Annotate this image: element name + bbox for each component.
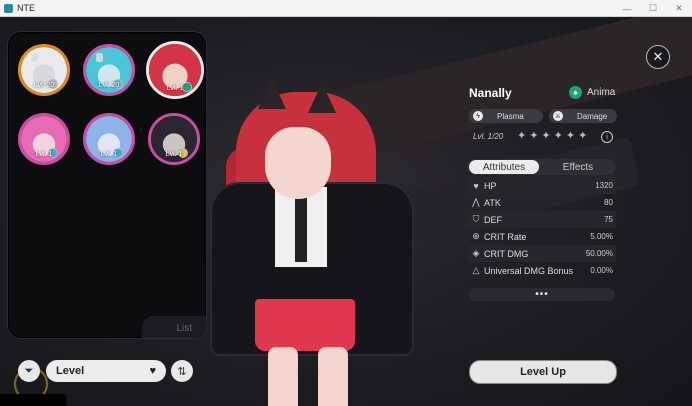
- card-level: Lvl. 20: [98, 82, 120, 89]
- card-level: Lvl. 20: [33, 82, 55, 89]
- element-badge: ϟ Plasma: [469, 109, 543, 123]
- roster-card-2[interactable]: Lvl. 20: [83, 44, 135, 96]
- character-ear-right: [308, 83, 336, 113]
- heart-icon: ♥: [473, 180, 479, 191]
- attack-icon: ⋀: [472, 197, 480, 207]
- crosshair-icon: ⊕: [472, 231, 480, 241]
- game-scene: Lvl. 20 Lvl. 20 Lvl. 1 Lvl. 1 Lvl. 1 Lvl…: [0, 17, 692, 406]
- window-close-button[interactable]: ✕: [666, 0, 692, 17]
- character-level: Lvl. 1/20: [473, 132, 504, 141]
- stat-value: 5.00%: [590, 232, 613, 241]
- tab-attributes[interactable]: Attributes: [469, 160, 539, 174]
- character-roster-panel: Lvl. 20 Lvl. 20 Lvl. 1 Lvl. 1 Lvl. 1 Lvl…: [7, 31, 207, 339]
- stat-row-hp: ♥ HP 1320: [468, 177, 616, 194]
- character-ear-left: [258, 79, 286, 109]
- triangle-icon: △: [472, 265, 480, 275]
- plasma-icon: ϟ: [473, 111, 483, 121]
- roster-card-5[interactable]: Lvl. 1: [83, 113, 135, 165]
- stat-name: DEF: [484, 214, 502, 225]
- filter-button[interactable]: ⏷: [18, 360, 40, 382]
- character-tie: [295, 192, 307, 262]
- app-icon: [4, 3, 13, 13]
- character-leg-left: [268, 347, 298, 406]
- character-face: [265, 127, 331, 199]
- card-level: Lvl. 1: [165, 151, 183, 158]
- chevron-down-icon: ♥: [149, 365, 156, 377]
- roster-card-6[interactable]: Lvl. 1: [148, 113, 200, 165]
- star-rating: ✦✦✦✦✦✦: [517, 130, 591, 142]
- card-level: Lvl. 1: [100, 151, 118, 158]
- info-icon[interactable]: i: [601, 131, 613, 143]
- taskbar-strip: [0, 394, 66, 406]
- window-title: NTE: [17, 3, 35, 13]
- stat-name: ATK: [484, 197, 501, 208]
- roster-card-3-selected[interactable]: Lvl. 1: [146, 41, 204, 99]
- window-titlebar: NTE — ☐ ✕: [0, 0, 692, 17]
- filter-icon: ⏷: [24, 364, 34, 377]
- stat-value: 75: [604, 215, 613, 224]
- shield-icon: ⛉: [472, 214, 480, 224]
- character-leg-right: [318, 347, 348, 406]
- lock-icon: [31, 53, 38, 62]
- stat-value: 0.00%: [590, 266, 613, 275]
- roster-card-4[interactable]: Lvl. 1: [18, 113, 70, 165]
- crit-damage-icon: ◈: [472, 248, 480, 258]
- card-level: Lvl. 1: [166, 85, 184, 92]
- stat-name: CRIT DMG: [484, 248, 529, 259]
- stat-row-crit-rate: ⊕ CRIT Rate 5.00%: [468, 228, 616, 245]
- faction-icon: ♠: [569, 86, 582, 99]
- character-skirt: [255, 299, 355, 351]
- stat-name: HP: [484, 180, 497, 191]
- sort-level-label: Level: [56, 365, 85, 377]
- sort-order-button[interactable]: ⇅: [171, 360, 193, 382]
- list-tab[interactable]: [142, 316, 206, 338]
- tab-effects[interactable]: Effects: [542, 160, 614, 174]
- role-badge: ⚔ Damage: [549, 109, 617, 123]
- list-label: List: [176, 323, 192, 334]
- damage-icon: ⚔: [553, 111, 563, 121]
- stat-name: Universal DMG Bonus: [484, 265, 574, 276]
- roster-card-1[interactable]: Lvl. 20: [18, 44, 70, 96]
- sort-arrows-icon: ⇅: [177, 365, 187, 378]
- character-name: Nanally: [469, 86, 512, 100]
- stat-value: 80: [604, 198, 613, 207]
- element-label: Plasma: [497, 111, 524, 121]
- stat-row-universal-dmg-bonus: △ Universal DMG Bonus 0.00%: [468, 262, 616, 279]
- character-faction: Anima: [587, 87, 616, 98]
- more-stats-button[interactable]: •••: [469, 288, 615, 301]
- maximize-button[interactable]: ☐: [640, 0, 666, 17]
- close-button[interactable]: ✕: [646, 45, 670, 69]
- level-up-button[interactable]: Level Up: [469, 360, 617, 384]
- stat-value: 1320: [595, 181, 613, 190]
- stat-value: 50.00%: [585, 249, 613, 258]
- lock-icon: [96, 53, 103, 62]
- stat-row-atk: ⋀ ATK 80: [468, 194, 616, 211]
- minimize-button[interactable]: —: [614, 0, 640, 17]
- stat-row-def: ⛉ DEF 75: [468, 211, 616, 228]
- close-icon: ✕: [652, 49, 664, 64]
- stat-row-crit-dmg: ◈ CRIT DMG 50.00%: [468, 245, 616, 262]
- role-label: Damage: [577, 111, 608, 121]
- stat-name: CRIT Rate: [484, 231, 527, 242]
- card-level: Lvl. 1: [35, 151, 53, 158]
- sort-level-dropdown[interactable]: Level ♥: [46, 360, 166, 382]
